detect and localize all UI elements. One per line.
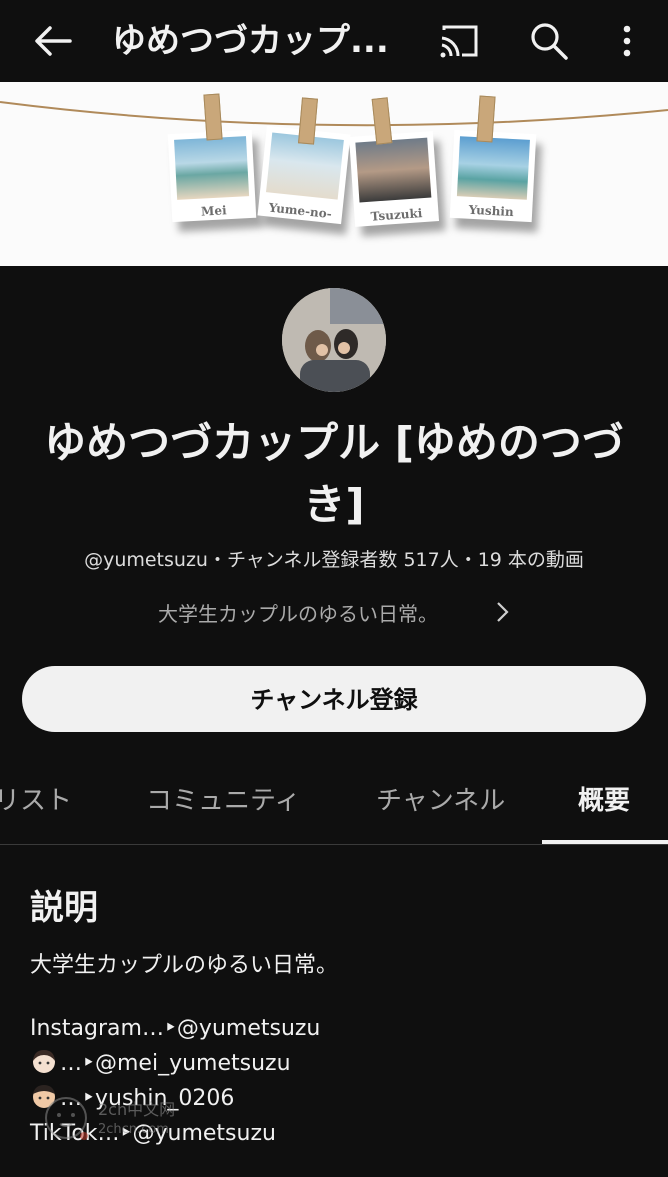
app-bar: ゆめつづカップ... xyxy=(0,0,668,82)
subscribe-button[interactable]: チャンネル登録 xyxy=(22,666,646,732)
description-text: 大学生カップルのゆるい日常。 xyxy=(30,953,339,978)
more-vert-icon[interactable] xyxy=(606,20,648,62)
girl-face-icon xyxy=(33,1050,55,1073)
channel-tabs: リスト コミュニティ チャンネル 概要 xyxy=(0,758,668,845)
photo-image xyxy=(174,136,250,200)
chevron-right-icon xyxy=(497,602,509,622)
link-line-mei: …‣@mei_yumetsuzu xyxy=(30,1046,640,1081)
tab-channels[interactable]: チャンネル xyxy=(376,780,505,817)
search-icon[interactable] xyxy=(528,20,570,62)
photo-image xyxy=(456,136,530,200)
photo-caption: Tsuzuki xyxy=(370,206,423,224)
about-heading: 説明 xyxy=(30,888,98,928)
photo-card-yushin: Yushin xyxy=(449,129,537,223)
watermark-logo-icon xyxy=(45,1097,88,1140)
avatar-image xyxy=(282,288,386,392)
tab-playlists[interactable]: リスト xyxy=(0,780,72,817)
channel-short-description: 大学生カップルのゆるい日常。 xyxy=(158,602,438,626)
channel-meta: @yumetsuzu・チャンネル登録者数 517人・19 本の動画 xyxy=(84,549,584,571)
app-bar-title: ゆめつづカップ... xyxy=(112,21,389,61)
instagram-handle-link[interactable]: @yumetsuzu xyxy=(177,1016,320,1041)
photo-card-tsuzuki: Tsuzuki xyxy=(348,131,440,227)
active-tab-indicator xyxy=(542,840,668,844)
clothespin xyxy=(476,95,496,143)
back-arrow-icon[interactable] xyxy=(30,18,76,64)
cast-icon[interactable] xyxy=(438,20,480,62)
link-line-instagram: Instagram…‣@yumetsuzu xyxy=(30,1016,321,1041)
channel-name: ゆめつづカップル [ゆめのつづき] xyxy=(44,418,624,529)
tab-about[interactable]: 概要 xyxy=(578,780,630,817)
channel-description-link[interactable]: 大学生カップルのゆるい日常。 xyxy=(150,592,530,632)
watermark-text: 2ch中文网 xyxy=(98,1100,176,1119)
channel-banner: Mei Yume-no- Tsuzuki Yushin xyxy=(0,82,668,266)
photo-card-mei: Mei xyxy=(167,129,257,223)
photo-image xyxy=(355,137,432,203)
clothespin xyxy=(203,93,223,141)
photo-caption: Yushin xyxy=(468,202,515,220)
photo-caption: Mei xyxy=(200,203,227,219)
channel-avatar[interactable] xyxy=(282,288,386,392)
site-watermark: 2ch中文网 2chcn.com xyxy=(38,1090,198,1150)
watermark-url: 2chcn.com xyxy=(98,1122,169,1137)
mei-handle-link[interactable]: @mei_yumetsuzu xyxy=(95,1051,291,1076)
tab-community[interactable]: コミュニティ xyxy=(146,780,300,817)
